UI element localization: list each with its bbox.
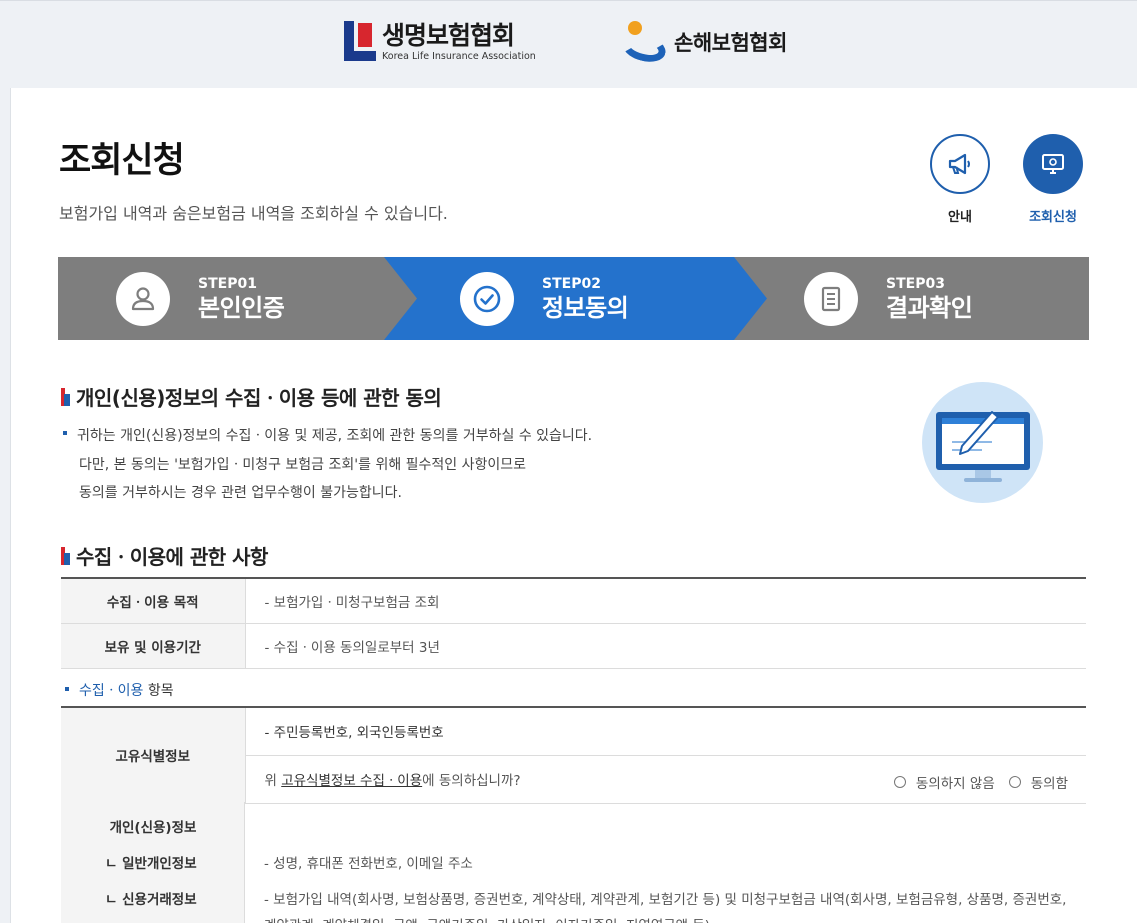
consent-heading-text: 개인(신용)정보의 수집ㆍ이용 등에 관한 동의 (76, 386, 442, 410)
computer-illustration-icon (922, 382, 1043, 503)
consent-notice: 귀하는 개인(신용)정보의 수집ㆍ이용 및 제공, 조회에 관한 동의를 거부하… (63, 422, 592, 508)
bullet-icon (63, 431, 67, 435)
collection-items-label: 수집ㆍ이용 항목 (65, 680, 174, 700)
unique-id-value: - 주민등록번호, 외국인등록번호 (245, 706, 1086, 756)
megaphone-icon (948, 153, 970, 175)
life-logo-mark-icon (344, 21, 376, 61)
collection-section-heading: 수집ㆍ이용에 관한 사항 (61, 541, 268, 570)
step-01-number: STEP01 (198, 275, 257, 292)
life-insurance-association-logo[interactable]: 생명보험협회 Korea Life Insurance Association (344, 21, 536, 63)
nonlife-logo-mark-icon (619, 21, 669, 67)
consent-line-3: 동의를 거부하시는 경우 관련 업무수행이 불가능합니다. (79, 485, 402, 501)
agree-radio[interactable] (1008, 775, 1021, 788)
consent-line-2: 다만, 본 동의는 '보험가입ㆍ미청구 보험금 조회'를 위해 필수적인 사항이… (79, 456, 527, 473)
unique-id-label: 고유식별정보 (61, 706, 246, 804)
collection-heading-text: 수집ㆍ이용에 관한 사항 (76, 545, 268, 569)
main-panel: 조회신청 보험가입 내역과 숨은보험금 내역을 조회하실 수 있습니다. 안내 … (10, 88, 1137, 923)
general-personal-info-value: - 성명, 휴대폰 전화번호, 이메일 주소 (264, 856, 473, 872)
table-row: 보유 및 이용기간 - 수집ㆍ이용 동의일로부터 3년 (61, 623, 1086, 669)
consent-section-heading: 개인(신용)정보의 수집ㆍ이용 등에 관한 동의 (61, 382, 442, 411)
step-02-name: 정보동의 (542, 293, 629, 322)
life-logo-english: Korea Life Insurance Association (382, 51, 536, 62)
purpose-table: 수집ㆍ이용 목적 - 보험가입ㆍ미청구보험금 조회 보유 및 이용기간 - 수집… (61, 577, 1086, 669)
collection-items-rest: 항목 (143, 683, 174, 699)
nonlife-insurance-association-logo[interactable]: 손해보험협회 (619, 21, 787, 67)
step-01: STEP01 본인인증 (116, 257, 285, 340)
check-circle-icon (473, 285, 501, 312)
credit-transaction-info-label: ㄴ 신용거래정보 (105, 892, 197, 908)
monitor-icon (1042, 154, 1064, 174)
agree-label[interactable]: 동의함 (1031, 772, 1068, 792)
retention-label: 보유 및 이용기간 (61, 623, 246, 669)
general-personal-info-label: ㄴ 일반개인정보 (105, 856, 197, 872)
purpose-label: 수집ㆍ이용 목적 (61, 577, 246, 624)
step-02-number: STEP02 (542, 275, 601, 292)
personal-info-label: 개인(신용)정보 (109, 820, 197, 836)
credit-transaction-info-value: - 보험가입 내역(회사명, 보험상품명, 증권번호, 계약상태, 계약관계, … (264, 892, 1067, 908)
retention-value: - 수집ㆍ이용 동의일로부터 3년 (245, 623, 1086, 669)
consent-question-prefix: 위 (264, 773, 282, 789)
guide-button[interactable]: 안내 (929, 134, 991, 225)
section-marker-icon (61, 387, 70, 406)
step-02: STEP02 정보동의 (460, 257, 629, 340)
consent-question-suffix: 에 동의하십니까? (422, 773, 521, 789)
purpose-value: - 보험가입ㆍ미청구보험금 조회 (245, 577, 1086, 624)
collection-items-highlight: 수집ㆍ이용 (79, 683, 144, 699)
items-table: 고유식별정보 - 주민등록번호, 외국인등록번호 위 고유식별정보 수집ㆍ이용에… (61, 706, 1086, 804)
unique-id-consent-cell: 위 고유식별정보 수집ㆍ이용에 동의하십니까? 동의하지 않음 동의함 (245, 755, 1086, 804)
unique-id-terms-link[interactable]: 고유식별정보 수집ㆍ이용 (281, 773, 422, 789)
apply-inquiry-button[interactable]: 조회신청 (1022, 134, 1084, 225)
page-subtitle: 보험가입 내역과 숨은보험금 내역을 조회하실 수 있습니다. (59, 204, 448, 223)
step-chevron-separator (736, 257, 776, 340)
nonlife-logo-text: 손해보험협회 (674, 31, 787, 55)
guide-label: 안내 (948, 210, 972, 225)
life-logo-text: 생명보험협회 (382, 21, 515, 50)
section-marker-icon (61, 546, 70, 565)
consent-line-1: 귀하는 개인(신용)정보의 수집ㆍ이용 및 제공, 조회에 관한 동의를 거부하… (77, 428, 593, 444)
disagree-label[interactable]: 동의하지 않음 (916, 772, 995, 792)
step-03-name: 결과확인 (886, 293, 973, 322)
credit-transaction-info-value-2: 계약관계, 계약체결일, 금액, 금액기준일, 가상일자, 이자기준일, 지연연… (264, 914, 1084, 923)
person-icon (131, 286, 155, 310)
disagree-radio[interactable] (893, 775, 906, 788)
table-row: 수집ㆍ이용 목적 - 보험가입ㆍ미청구보험금 조회 (61, 577, 1086, 624)
document-icon (821, 286, 841, 311)
step-03: STEP03 결과확인 (804, 257, 973, 340)
unique-id-consent-radios: 동의하지 않음 동의함 (893, 772, 1068, 792)
step-progress-bar: STEP01 본인인증 STEP02 정보동의 STEP03 결과확인 (58, 257, 1089, 340)
bullet-icon (65, 687, 69, 691)
top-logo-bar: 생명보험협회 Korea Life Insurance Association … (0, 0, 1137, 86)
table-row: 고유식별정보 - 주민등록번호, 외국인등록번호 (61, 706, 1086, 804)
step-01-name: 본인인증 (198, 293, 285, 322)
step-03-number: STEP03 (886, 275, 945, 292)
apply-inquiry-label: 조회신청 (1029, 210, 1077, 225)
page-title: 조회신청 (59, 141, 185, 181)
